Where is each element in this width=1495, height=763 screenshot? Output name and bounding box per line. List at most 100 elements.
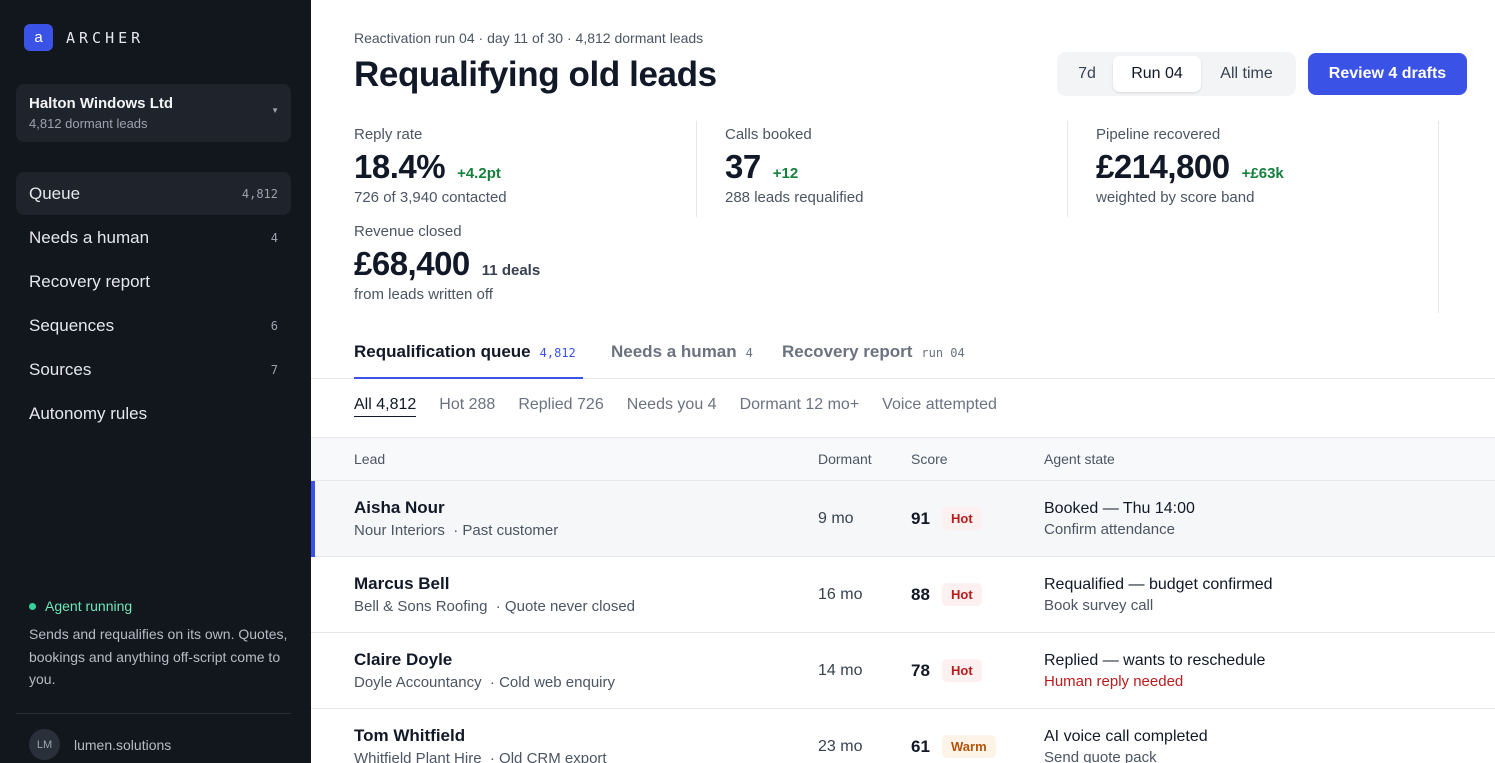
sidebar-nav: Queue 4,812 Needs a human 4 Recovery rep… [16, 172, 291, 436]
column-header-agent-state[interactable]: Agent state [1044, 451, 1115, 467]
sidebar-item-count: 4,812 [241, 186, 278, 201]
account-menu[interactable]: LM lumen.solutions [29, 729, 171, 760]
agent-status-label: Agent running [45, 598, 133, 614]
agent-state: Replied — wants to reschedule [1044, 652, 1266, 669]
sidebar-item-count: 4 [270, 230, 278, 245]
dormant-duration: 14 mo [818, 662, 863, 679]
kpi-subtitle: from leads written off [354, 286, 493, 303]
tab-label: Requalification queue [354, 342, 531, 361]
sidebar-item-needs-a-human[interactable]: Needs a human 4 [16, 216, 291, 259]
dormant-duration: 23 mo [818, 738, 863, 755]
lead-subtitle: Bell & Sons Roofing · Quote never closed [354, 598, 635, 615]
lead-company: Nour Interiors [354, 522, 445, 539]
score-band-badge: Hot [942, 583, 982, 606]
workspace-name: Halton Windows Ltd [29, 95, 174, 112]
tab-recovery-report[interactable]: Recovery report run 04 [782, 342, 965, 379]
sidebar-item-label: Queue [29, 183, 81, 203]
kpi-subtitle: weighted by score band [1096, 189, 1255, 206]
table-row[interactable]: Claire Doyle Doyle Accountancy · Cold we… [311, 633, 1495, 709]
filter-voice-attempted[interactable]: Voice attempted [882, 396, 997, 417]
kpi-delta: +12 [772, 165, 799, 182]
sidebar-divider [16, 713, 291, 714]
lead-name: Aisha Nour [354, 498, 445, 517]
kpi-value: £214,800 [1096, 148, 1230, 185]
filter-hot[interactable]: Hot 288 [439, 396, 495, 417]
sidebar-item-queue[interactable]: Queue 4,812 [16, 172, 291, 215]
table-row[interactable]: Marcus Bell Bell & Sons Roofing · Quote … [311, 557, 1495, 633]
score-band-badge: Hot [942, 507, 982, 530]
review-drafts-button[interactable]: Review 4 drafts [1308, 53, 1467, 95]
range-option-7d[interactable]: 7d [1061, 56, 1113, 92]
kpi-calls-booked: Calls booked 37 +12 288 leads requalifie… [725, 126, 863, 206]
sidebar-item-recovery-report[interactable]: Recovery report [16, 260, 291, 303]
lead-score: 91 [911, 509, 930, 528]
kpi-reply-rate: Reply rate 18.4% +4.2pt 726 of 3,940 con… [354, 126, 507, 206]
lead-name: Claire Doyle [354, 650, 453, 669]
sidebar-item-autonomy-rules[interactable]: Autonomy rules [16, 392, 291, 435]
kpi-subtitle: 726 of 3,940 contacted [354, 189, 507, 206]
brand[interactable]: a ARCHER [24, 24, 144, 51]
tab-label: Recovery report [782, 342, 913, 361]
tab-count: 4 [745, 346, 753, 360]
agent-next-step: Confirm attendance [1044, 521, 1175, 538]
workspace-switcher[interactable]: Halton Windows Ltd 4,812 dormant leads ▼ [16, 84, 291, 142]
kpi-pipeline-recovered: Pipeline recovered £214,800 +£63k weight… [1096, 126, 1284, 206]
filter-needs-you[interactable]: Needs you 4 [627, 396, 717, 417]
lead-source: · Quote never closed [495, 598, 636, 615]
agent-next-step: Human reply needed [1044, 673, 1184, 690]
sidebar-item-count: 7 [270, 362, 278, 377]
filter-all[interactable]: All 4,812 [354, 396, 417, 417]
lead-subtitle: Doyle Accountancy · Cold web enquiry [354, 674, 615, 691]
tab-count: 4,812 [539, 346, 576, 360]
kpi-label: Revenue closed [354, 223, 462, 240]
kpi-delta: +4.2pt [457, 165, 501, 182]
column-header-score[interactable]: Score [911, 451, 948, 467]
lead-score: 78 [911, 661, 930, 680]
workspace-subtitle: 4,812 dormant leads [29, 116, 148, 131]
tab-label: Needs a human [611, 342, 737, 361]
kpi-divider [1438, 121, 1439, 313]
lead-score: 61 [911, 737, 930, 756]
dormant-duration: 9 mo [818, 510, 854, 527]
lead-source: · Past customer [453, 522, 559, 539]
lead-subtitle: Whitfield Plant Hire · Old CRM export [354, 750, 607, 763]
table-row[interactable]: Tom Whitfield Whitfield Plant Hire · Old… [311, 709, 1495, 763]
filter-replied[interactable]: Replied 726 [518, 396, 603, 417]
filter-dormant-12mo[interactable]: Dormant 12 mo+ [740, 396, 860, 417]
column-header-dormant[interactable]: Dormant [818, 451, 872, 467]
range-option-all-time[interactable]: All time [1201, 56, 1292, 92]
kpi-divider [1067, 121, 1068, 217]
lead-subtitle: Nour Interiors · Past customer [354, 522, 558, 539]
sidebar-item-label: Sequences [29, 315, 115, 335]
lead-score: 88 [911, 585, 930, 604]
column-header-lead[interactable]: Lead [354, 451, 385, 467]
score-band-badge: Warm [942, 735, 996, 758]
agent-state: Requalified — budget confirmed [1044, 576, 1273, 593]
filter-bar: All 4,812 Hot 288 Replied 726 Needs you … [354, 396, 1020, 417]
kpi-value: £68,400 [354, 245, 470, 282]
kpi-subtitle: 288 leads requalified [725, 189, 864, 206]
avatar: LM [29, 729, 60, 760]
sidebar-item-label: Needs a human [29, 227, 150, 247]
agent-description: Sends and requalifies on its own. Quotes… [29, 626, 288, 687]
kpi-label: Reply rate [354, 126, 423, 143]
tab-requalification-queue[interactable]: Requalification queue 4,812 [354, 342, 583, 379]
agent-next-step: Send quote pack [1044, 749, 1157, 763]
brand-name: ARCHER [66, 28, 145, 47]
agent-next-step: Book survey call [1044, 597, 1154, 614]
sidebar-item-sequences[interactable]: Sequences 6 [16, 304, 291, 347]
lead-company: Bell & Sons Roofing [354, 598, 488, 615]
lead-source: · Old CRM export [489, 750, 607, 763]
chevron-down-icon: ▼ [271, 106, 279, 115]
kpi-delta: 11 deals [481, 262, 541, 279]
kpi-label: Calls booked [725, 126, 812, 143]
tab-needs-a-human[interactable]: Needs a human 4 [611, 342, 753, 379]
table-row[interactable]: Aisha Nour Nour Interiors · Past custome… [311, 481, 1495, 557]
range-option-run-04[interactable]: Run 04 [1113, 56, 1201, 92]
sidebar-item-count: 6 [270, 318, 278, 333]
sidebar-item-sources[interactable]: Sources 7 [16, 348, 291, 391]
account-name: lumen.solutions [74, 736, 172, 753]
tab-count: run 04 [921, 346, 965, 360]
kpi-revenue-closed: Revenue closed £68,400 11 deals from lea… [354, 223, 540, 303]
table-header: Lead Dormant Score Agent state [311, 437, 1495, 481]
